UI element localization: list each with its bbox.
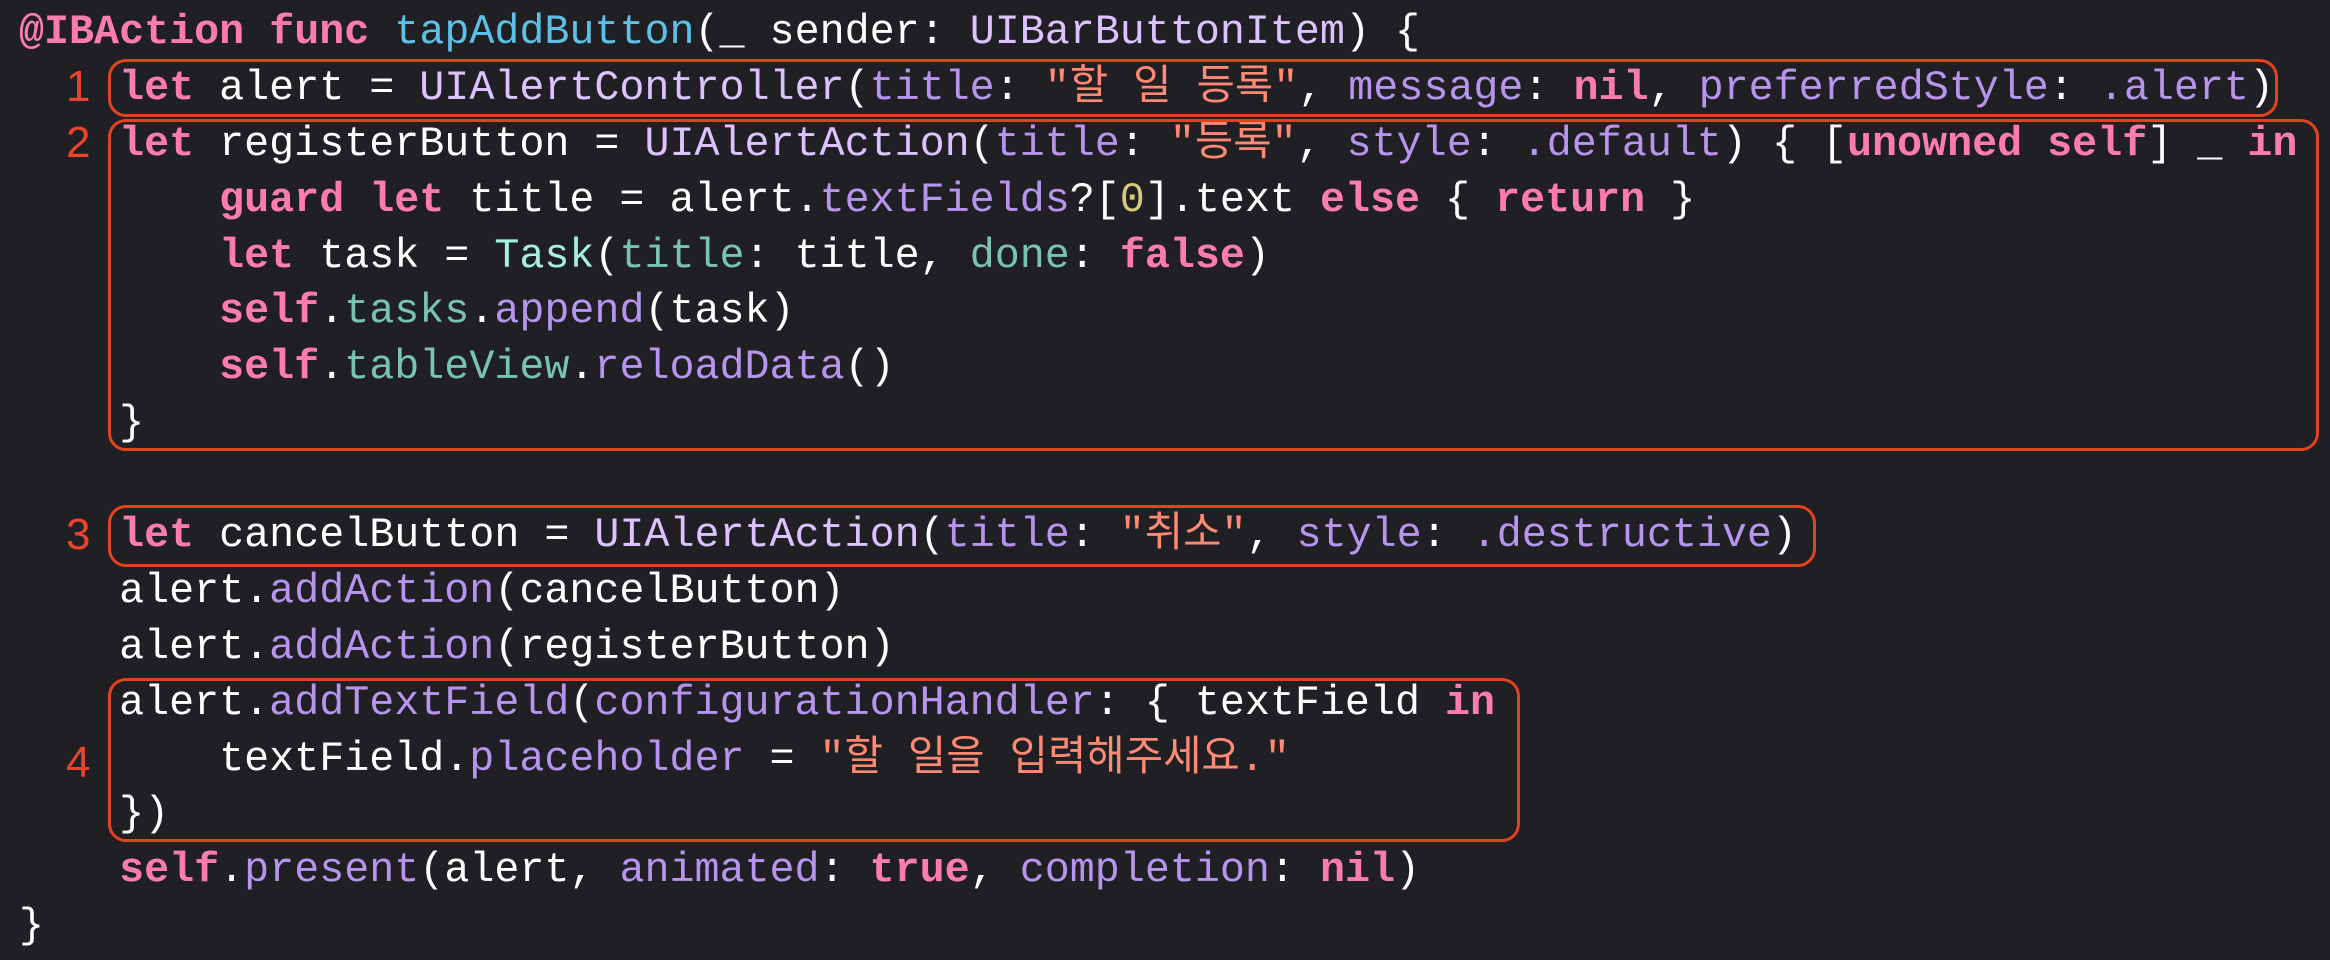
code-token-plain: )	[1395, 846, 1421, 895]
code-token-type: UIBarButtonItem	[969, 8, 1345, 56]
code-line: }	[19, 899, 2297, 955]
code-token-kw: func	[269, 8, 370, 56]
code-token-plain: alert.	[119, 566, 270, 615]
code-token-plain: (cancelButton)	[494, 566, 845, 615]
annotation-box-4	[108, 678, 1520, 842]
code-token-kw: nil	[1319, 846, 1396, 895]
code-token-plain: (registerButton)	[494, 622, 895, 671]
annotation-number-3: 3	[66, 510, 91, 559]
annotation-number-4: 4	[66, 738, 91, 787]
annotation-number-1: 1	[66, 62, 91, 111]
code-token-plain: alert.	[119, 622, 270, 671]
code-token-kw: self	[119, 846, 220, 895]
code-token-prop: addAction	[269, 566, 495, 615]
code-token-plain: ) {	[1344, 8, 1420, 56]
code-token-plain: (alert,	[419, 846, 620, 895]
code-token-kw: true	[869, 846, 970, 895]
code-token-kw: @IBAction	[19, 8, 245, 56]
code-token-prop: completion	[1019, 846, 1270, 895]
code-line: @IBAction func tapAddButton(_ sender: UI…	[19, 5, 2297, 61]
annotation-box-3	[108, 505, 1816, 567]
code-line: alert.addAction(registerButton)	[19, 620, 2297, 676]
code-token-plain: }	[19, 902, 45, 951]
code-token-decl: tapAddButton	[394, 8, 695, 56]
code-token-plain: ,	[969, 846, 1020, 895]
annotation-number-2: 2	[66, 118, 91, 167]
annotation-box-1	[108, 59, 2278, 117]
code-token-plain: :	[819, 846, 870, 895]
annotation-box-2	[108, 119, 2319, 451]
code-token-plain: :	[1269, 846, 1320, 895]
code-token-prop: animated	[619, 846, 820, 895]
code-token-plain: .	[219, 846, 245, 895]
code-token-prop: present	[244, 846, 420, 895]
code-line: alert.addAction(cancelButton)	[19, 564, 2297, 620]
code-line: self.present(alert, animated: true, comp…	[19, 843, 2297, 899]
code-token-prop: addAction	[269, 622, 495, 671]
code-token-plain: (_ sender:	[694, 8, 970, 56]
